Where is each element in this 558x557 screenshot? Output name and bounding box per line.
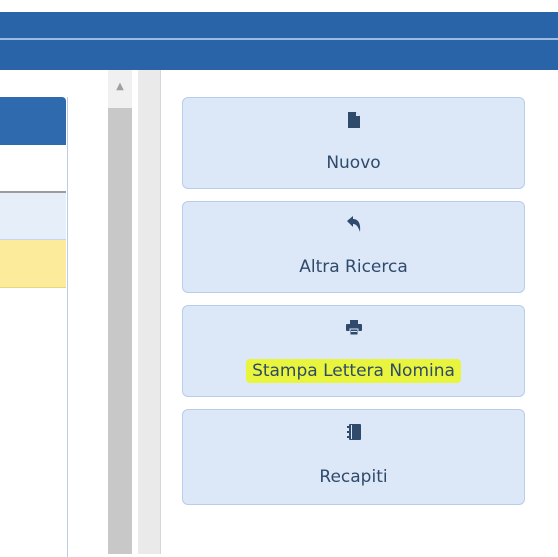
grid-filter-row[interactable] xyxy=(0,145,66,193)
header-divider-line xyxy=(0,38,558,40)
other-search-button-label: Altra Ricerca xyxy=(299,257,408,277)
action-panel: Nuovo Altra Ricerca Stampa Lettera Nomin… xyxy=(161,70,558,554)
new-button[interactable]: Nuovo xyxy=(182,97,525,189)
reply-arrow-icon xyxy=(183,216,524,232)
vertical-scrollbar[interactable]: ▲ xyxy=(108,70,132,554)
scroll-thumb[interactable] xyxy=(108,108,132,554)
print-nomination-letter-button[interactable]: Stampa Lettera Nomina xyxy=(182,305,525,397)
address-book-icon xyxy=(183,424,524,440)
print-label-wrap: Stampa Lettera Nomina xyxy=(183,359,524,383)
panel-splitter[interactable] xyxy=(138,70,161,554)
scroll-up-arrow-icon[interactable]: ▲ xyxy=(108,80,132,94)
print-nomination-letter-label: Stampa Lettera Nomina xyxy=(246,359,461,383)
print-icon xyxy=(183,320,524,335)
contacts-button[interactable]: Recapiti xyxy=(182,409,525,505)
grid-row-selected[interactable] xyxy=(0,240,66,288)
other-search-button[interactable]: Altra Ricerca xyxy=(182,201,525,293)
contacts-button-label: Recapiti xyxy=(319,467,388,487)
header-band xyxy=(0,12,558,70)
grid-header xyxy=(0,97,66,145)
results-grid xyxy=(0,97,68,557)
grid-row[interactable] xyxy=(0,193,66,240)
new-file-icon xyxy=(183,112,524,128)
new-button-label: Nuovo xyxy=(326,153,381,173)
app-header xyxy=(0,0,558,70)
